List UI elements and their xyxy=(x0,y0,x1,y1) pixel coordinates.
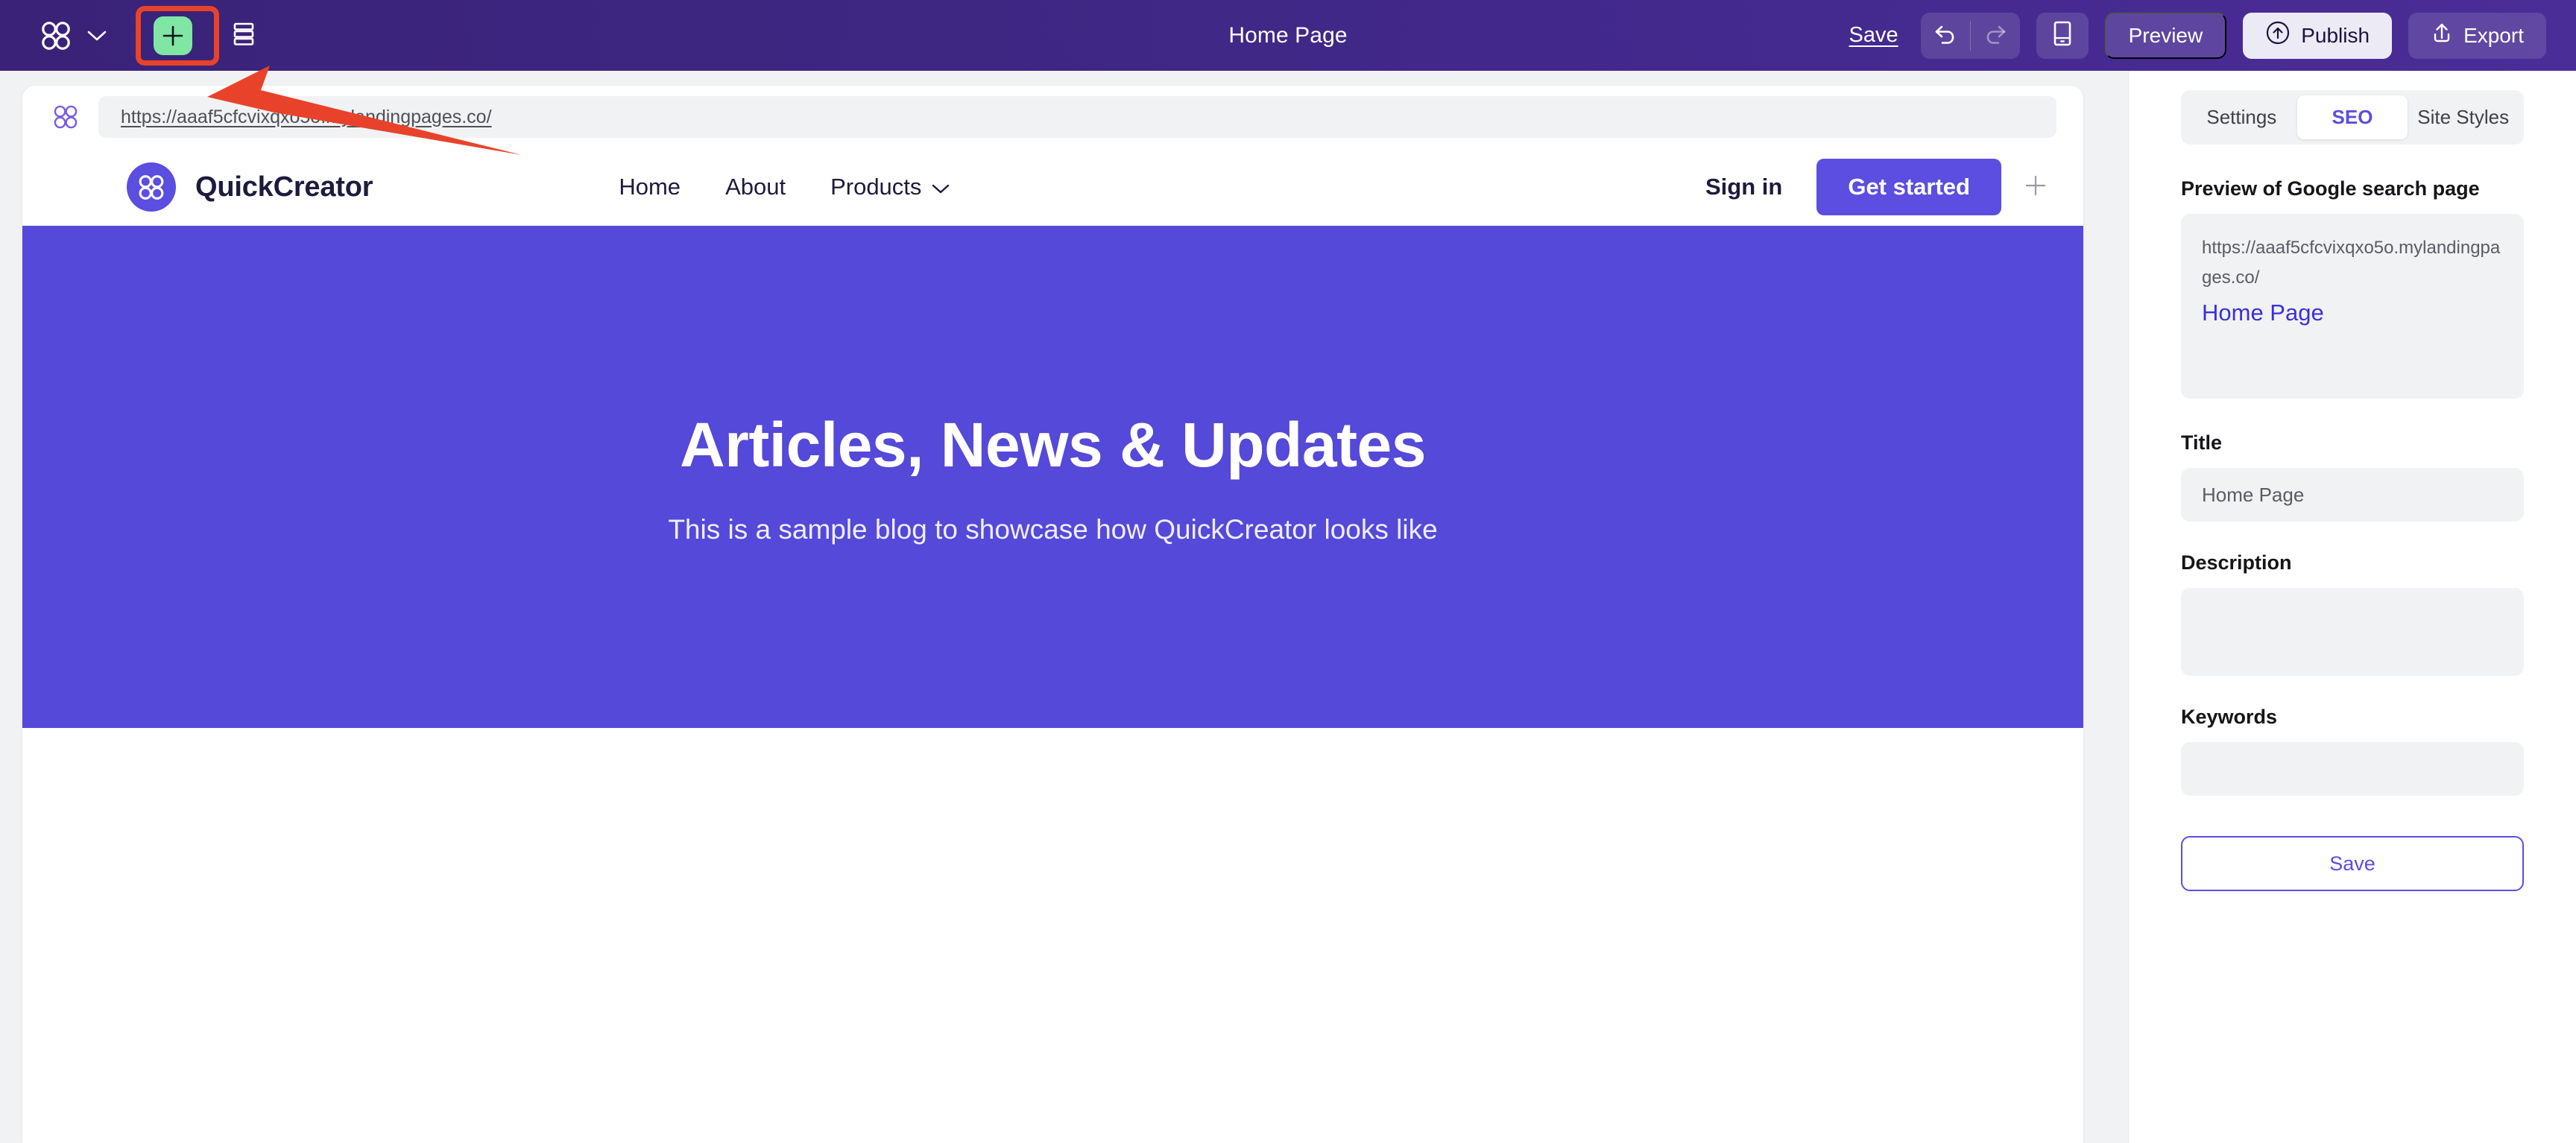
quickcreator-logo-icon xyxy=(127,162,176,212)
site-header: QuickCreator Home About Products Sign in… xyxy=(22,148,2083,226)
description-input[interactable] xyxy=(2181,588,2524,676)
plus-icon xyxy=(2024,174,2048,201)
export-button[interactable]: Export xyxy=(2408,12,2546,59)
cloud-upload-icon xyxy=(2265,20,2291,51)
export-label: Export xyxy=(2463,23,2524,47)
description-label: Description xyxy=(2181,551,2292,574)
site-brand[interactable]: QuickCreator xyxy=(127,162,373,212)
site-actions: Sign in Get started xyxy=(1705,159,2001,215)
upload-icon xyxy=(2431,20,2453,51)
site-preview-frame: https://aaaf5cfcvixqxo5o.mylandingpages.… xyxy=(22,86,2083,1143)
address-bar: https://aaaf5cfcvixqxo5o.mylandingpages.… xyxy=(22,86,2083,148)
hero-heading: Articles, News & Updates xyxy=(679,409,1427,480)
toolbar-left-group xyxy=(0,13,273,59)
add-section-button[interactable] xyxy=(137,13,209,59)
publish-label: Publish xyxy=(2301,23,2370,47)
title-label: Title xyxy=(2181,431,2223,454)
redo-button[interactable] xyxy=(1971,13,2020,59)
google-search-preview: https://aaaf5cfcvixqxo5o.mylandingpages.… xyxy=(2181,214,2524,399)
title-input[interactable]: Home Page xyxy=(2181,468,2524,522)
quickcreator-favicon-icon xyxy=(49,101,82,133)
google-preview-label: Preview of Google search page xyxy=(2181,177,2480,200)
tab-seo[interactable]: SEO xyxy=(2296,95,2408,139)
keywords-input[interactable] xyxy=(2181,742,2524,796)
sign-in-link[interactable]: Sign in xyxy=(1705,174,1782,200)
nav-item-products[interactable]: Products xyxy=(830,174,950,200)
mobile-device-icon xyxy=(2051,19,2074,51)
right-settings-panel: Settings SEO Site Styles Preview of Goog… xyxy=(2128,71,2576,1143)
undo-button[interactable] xyxy=(1921,13,1970,59)
plus-icon xyxy=(154,16,192,55)
add-element-button[interactable] xyxy=(2021,172,2051,202)
page-title: Home Page xyxy=(1228,22,1348,48)
quickcreator-logo-icon[interactable] xyxy=(36,19,76,52)
sections-panel-button[interactable] xyxy=(215,13,273,59)
chevron-down-icon[interactable] xyxy=(76,19,118,52)
page-body-empty-area[interactable] xyxy=(22,728,2083,1143)
tab-site-styles[interactable]: Site Styles xyxy=(2408,95,2519,139)
device-preview-button[interactable] xyxy=(2036,12,2089,59)
publish-button[interactable]: Publish xyxy=(2243,12,2393,59)
top-toolbar: Home Page Save Preview Publish Export xyxy=(0,0,2576,71)
undo-redo-group xyxy=(1920,12,2020,59)
hero-subheading: This is a sample blog to showcase how Qu… xyxy=(668,513,1438,545)
google-preview-url: https://aaaf5cfcvixqxo5o.mylandingpages.… xyxy=(2202,238,2501,288)
preview-button[interactable]: Preview xyxy=(2104,12,2227,59)
nav-item-about[interactable]: About xyxy=(725,174,786,200)
get-started-button[interactable]: Get started xyxy=(1816,159,2001,215)
stacked-rows-icon xyxy=(230,19,258,51)
hero-section[interactable]: Articles, News & Updates This is a sampl… xyxy=(22,226,2083,728)
panel-save-button[interactable]: Save xyxy=(2181,836,2524,891)
tab-settings[interactable]: Settings xyxy=(2186,95,2297,139)
nav-item-home[interactable]: Home xyxy=(619,174,681,200)
toolbar-right-group: Save Preview Publish Export xyxy=(1843,0,2546,71)
save-link[interactable]: Save xyxy=(1843,19,1904,52)
url-field[interactable]: https://aaaf5cfcvixqxo5o.mylandingpages.… xyxy=(98,96,2056,138)
keywords-label: Keywords xyxy=(2181,706,2278,728)
site-url-link[interactable]: https://aaaf5cfcvixqxo5o.mylandingpages.… xyxy=(121,107,492,128)
app-root: Home Page Save Preview Publish Export ht… xyxy=(0,0,2576,1143)
nav-item-products-label: Products xyxy=(830,174,922,200)
undo-arrow-icon xyxy=(1933,22,1958,48)
site-nav: Home About Products xyxy=(619,174,950,200)
site-brand-name: QuickCreator xyxy=(195,171,373,203)
redo-arrow-icon xyxy=(1983,22,2008,48)
google-preview-title: Home Page xyxy=(2202,300,2324,326)
panel-tabs: Settings SEO Site Styles xyxy=(2181,90,2524,145)
chevron-down-icon xyxy=(932,174,950,200)
canvas-area: https://aaaf5cfcvixqxo5o.mylandingpages.… xyxy=(0,71,2106,1143)
